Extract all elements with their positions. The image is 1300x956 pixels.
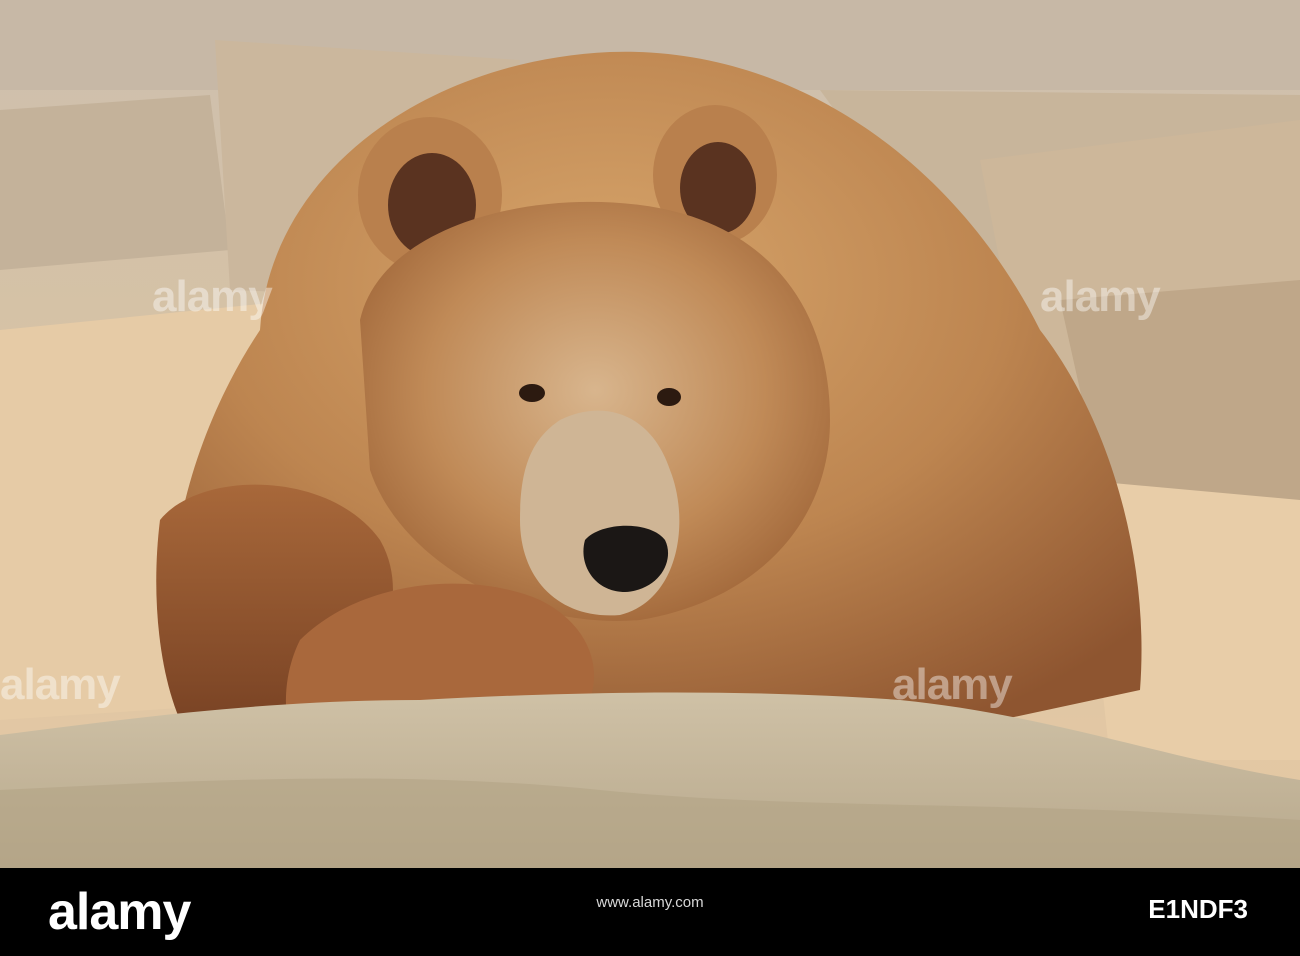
brand-logo[interactable]: alamy [48, 882, 191, 942]
bear-scene [0, 0, 1300, 868]
site-url[interactable]: www.alamy.com [500, 894, 800, 911]
footer-bar: alamy [0, 868, 1300, 956]
bear-photo [0, 0, 1300, 868]
image-id: E1NDF3 [1148, 894, 1248, 924]
